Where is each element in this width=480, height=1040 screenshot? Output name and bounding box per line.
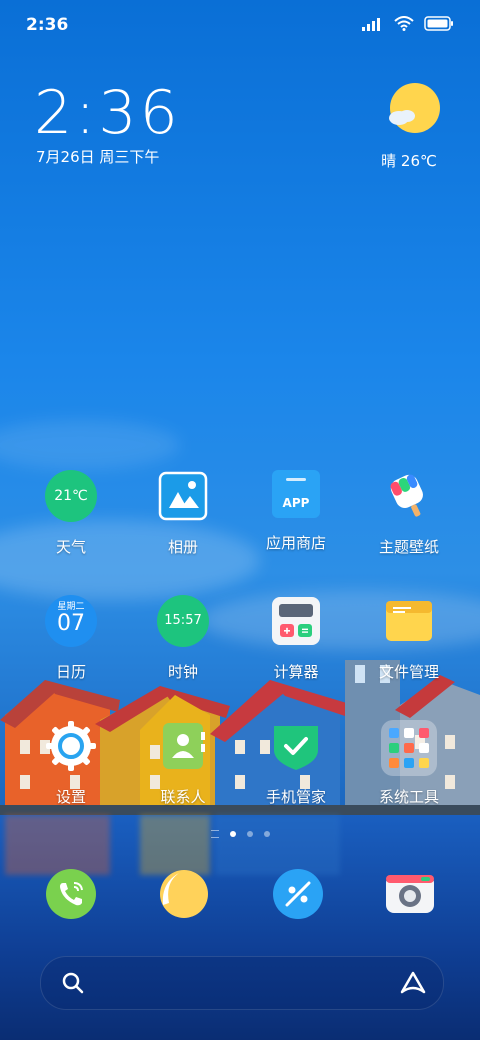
app-label: 手机管家 [265,788,326,806]
app-label: 应用商店 [265,534,326,552]
battery-icon [424,16,453,31]
app-label: 计算器 [273,663,319,681]
weather-widget[interactable]: 晴 26℃ [374,82,444,171]
calendar-day: 07 [57,611,85,636]
folder-icon [383,595,435,647]
app-label: 日历 [55,663,86,681]
app-store-icon: APP [272,470,320,518]
status-bar: 2:36 [0,0,480,50]
app-label: 设置 [55,788,86,806]
phone-icon [60,882,83,906]
clock-widget-date: 7月26日 周三下午 [36,148,160,166]
browser-icon [285,881,311,907]
app-label: 相册 [167,538,198,556]
page-indicator [0,830,480,838]
app-calculator[interactable]: 计算器 [241,595,351,682]
app-store-icon-text: APP [282,496,310,510]
signal-icon [362,17,380,31]
app-gallery[interactable]: 相册 [128,470,238,557]
weather-temperature: 晴 26℃ [381,152,437,170]
app-label: 时钟 [167,663,198,681]
folder-grid-icon [381,720,437,776]
dock-phone[interactable] [46,869,96,919]
app-security[interactable]: 手机管家 [241,720,351,807]
status-time: 2:36 [26,15,69,35]
weather-app-icon: 21℃ [45,470,97,522]
gear-icon [45,720,97,772]
camera-icon [386,875,434,913]
calculator-icon [270,595,322,647]
app-label: 天气 [55,538,86,556]
clock-app-icon-text: 15:57 [164,613,202,628]
folder-system-tools[interactable]: 系统工具 [354,720,464,807]
themes-icon [383,470,435,522]
calendar-icon: 星期二 07 [45,595,97,647]
wifi-icon [394,16,414,31]
app-label: 主题壁纸 [378,538,439,556]
shield-check-icon [270,720,322,772]
menu-lines-icon [210,830,219,838]
page-dot-active [229,831,236,837]
app-store[interactable]: APP 应用商店 [241,470,351,553]
app-label: 文件管理 [378,663,439,681]
dock-messages[interactable] [159,869,209,919]
contacts-icon [157,720,209,772]
app-label: 联系人 [160,788,206,806]
app-weather[interactable]: 21℃ 天气 [16,470,126,557]
page-dot [246,831,253,837]
messages-icon [160,870,208,918]
search-icon [62,972,84,994]
app-themes[interactable]: 主题壁纸 [354,470,464,557]
app-contacts[interactable]: 联系人 [128,720,238,807]
app-settings[interactable]: 设置 [16,720,126,807]
assistant-icon[interactable] [399,970,427,996]
app-label: 系统工具 [378,788,439,806]
gallery-icon [157,470,209,522]
app-calendar[interactable]: 星期二 07 日历 [16,595,126,682]
app-file-manager[interactable]: 文件管理 [354,595,464,682]
page-dot [263,831,270,837]
dock-camera[interactable] [385,869,435,919]
sunny-icon [388,83,440,133]
global-search-bar[interactable] [40,956,444,1010]
dock-browser[interactable] [273,869,323,919]
app-clock[interactable]: 15:57 时钟 [128,595,238,682]
clock-app-icon: 15:57 [157,595,209,647]
clock-widget-time[interactable]: 2:36 [34,78,181,148]
weather-app-icon-text: 21℃ [54,488,88,504]
